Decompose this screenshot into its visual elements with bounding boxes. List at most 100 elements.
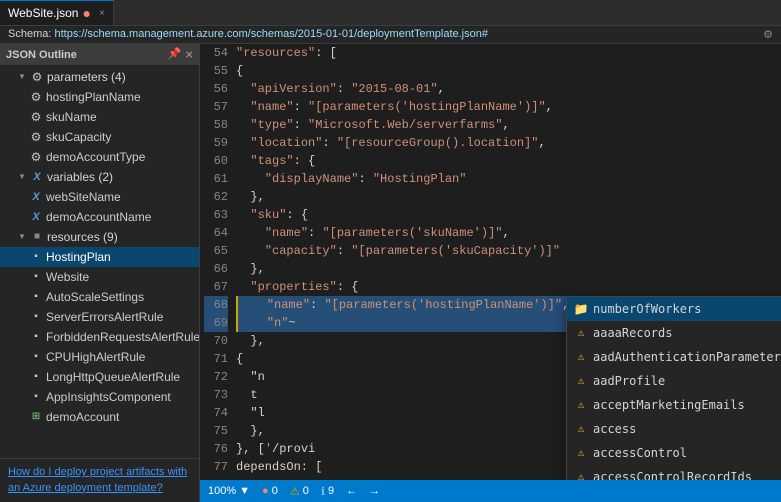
sidebar-item-demoAccount[interactable]: ⊞ demoAccount	[0, 407, 199, 427]
tab-close-button[interactable]: ×	[99, 8, 105, 19]
autocomplete-item-access[interactable]: ⚠ access	[567, 417, 781, 441]
sidebar-item-demoAccountName-var[interactable]: X demoAccountName	[0, 207, 199, 227]
status-nav-back[interactable]: ←	[346, 485, 357, 497]
sidebar-item-label: AutoScaleSettings	[46, 288, 144, 306]
ac-folder-icon: 📁	[573, 301, 589, 317]
sidebar-item-label: Website	[46, 268, 89, 286]
status-nav-forward[interactable]: →	[369, 485, 380, 497]
ac-label: acceptMarketingEmails	[593, 395, 745, 415]
autocomplete-item-aadAuthenticationParameters[interactable]: ⚠ aadAuthenticationParameters	[567, 345, 781, 369]
x-icon: X	[28, 189, 44, 205]
resource-icon: ▪	[28, 349, 44, 365]
autocomplete-item-accessControlRecordIds[interactable]: ⚠ accessControlRecordIds	[567, 465, 781, 480]
sidebar-item-ForbiddenRequestsAlertRule[interactable]: ▪ ForbiddenRequestsAlertRule	[0, 327, 199, 347]
sidebar-item-resources[interactable]: ▼ ■ resources (9)	[0, 227, 199, 247]
ac-label: numberOfWorkers	[593, 299, 701, 319]
code-line: "name": "[parameters('skuName')]",	[236, 224, 761, 242]
autocomplete-dropdown: 📁 numberOfWorkers ⚠ aaaaRecords ⚠ aadAut…	[566, 296, 781, 480]
warning-icon: ⚠	[290, 485, 300, 498]
sidebar-item-LongHttpQueueAlertRule[interactable]: ▪ LongHttpQueueAlertRule	[0, 367, 199, 387]
sidebar-header-icons: 📌 ×	[168, 47, 193, 62]
sidebar-item-demoAccountType[interactable]: ⚙ demoAccountType	[0, 147, 199, 167]
sidebar-item-label: HostingPlan	[46, 248, 111, 266]
warning-icon: ⚠	[573, 349, 589, 365]
autocomplete-item-accessControl[interactable]: ⚠ accessControl	[567, 441, 781, 465]
tab-modified-dot: ●	[82, 5, 90, 21]
line-numbers: 5455565758 5960616263 64656667 68 69 707…	[200, 44, 236, 480]
autocomplete-item-aaaaRecords[interactable]: ⚠ aaaaRecords	[567, 321, 781, 345]
sidebar-item-label: ServerErrorsAlertRule	[46, 308, 163, 326]
json-outline-sidebar: JSON Outline 📌 × ▼ ⚙ parameters (4) ⚙ ho…	[0, 44, 200, 502]
zoom-dropdown-icon: ▼	[239, 485, 250, 497]
info-count: 9	[328, 485, 334, 497]
sidebar-item-label: skuName	[46, 108, 97, 126]
expand-arrow: ▼	[16, 171, 28, 183]
sidebar-item-ServerErrorsAlertRule[interactable]: ▪ ServerErrorsAlertRule	[0, 307, 199, 327]
expand-arrow: ▼	[16, 71, 28, 83]
sidebar-item-skuCapacity[interactable]: ⚙ skuCapacity	[0, 127, 199, 147]
ac-label: accessControl	[593, 443, 687, 463]
storage-icon: ⊞	[28, 409, 44, 425]
sidebar-item-label: variables (2)	[47, 168, 113, 186]
sidebar-item-label: ForbiddenRequestsAlertRule	[46, 328, 199, 346]
code-line: "displayName": "HostingPlan"	[236, 170, 761, 188]
autocomplete-item-numberOfWorkers[interactable]: 📁 numberOfWorkers	[567, 297, 781, 321]
nav-back-icon: ←	[346, 485, 357, 497]
sidebar-item-variables[interactable]: ▼ X variables (2)	[0, 167, 199, 187]
tab-website-json[interactable]: WebSite.json ● ×	[0, 0, 114, 25]
ac-label: aadAuthenticationParameters	[593, 347, 781, 367]
status-info[interactable]: ℹ 9	[321, 485, 334, 498]
sidebar-item-label: parameters (4)	[47, 68, 126, 86]
resource-icon: ▪	[28, 249, 44, 265]
error-count: 0	[272, 485, 278, 497]
sidebar-header: JSON Outline 📌 ×	[0, 44, 199, 65]
code-line: "tags": {	[236, 152, 761, 170]
sidebar-item-AutoScaleSettings[interactable]: ▪ AutoScaleSettings	[0, 287, 199, 307]
resource-icon: ▪	[28, 389, 44, 405]
sidebar-item-label: demoAccountType	[46, 148, 145, 166]
sidebar-item-hostingPlanName[interactable]: ⚙ hostingPlanName	[0, 87, 199, 107]
autocomplete-item-acceptMarketingEmails[interactable]: ⚠ acceptMarketingEmails	[567, 393, 781, 417]
resource-icon: ▪	[28, 329, 44, 345]
sidebar-item-label: LongHttpQueueAlertRule	[46, 368, 180, 386]
code-line: {	[236, 62, 761, 80]
code-line: "type": "Microsoft.Web/serverfarms",	[236, 116, 761, 134]
sidebar-item-CPUHighAlertRule[interactable]: ▪ CPUHighAlertRule	[0, 347, 199, 367]
resource-icon: ▪	[28, 309, 44, 325]
sidebar-item-skuName[interactable]: ⚙ skuName	[0, 107, 199, 127]
sidebar-item-HostingPlan[interactable]: ▪ HostingPlan	[0, 247, 199, 267]
resource-icon: ▪	[28, 369, 44, 385]
gear-icon: ⚙	[28, 89, 44, 105]
code-line: "properties": {	[236, 278, 761, 296]
warning-count: 0	[303, 485, 309, 497]
editor-content[interactable]: 5455565758 5960616263 64656667 68 69 707…	[200, 44, 781, 480]
main-area: JSON Outline 📌 × ▼ ⚙ parameters (4) ⚙ ho…	[0, 44, 781, 502]
resource-icon: ■	[29, 229, 45, 245]
gear-icon: ⚙	[28, 129, 44, 145]
gear-icon: ⚙	[28, 149, 44, 165]
gear-icon: ⚙	[28, 109, 44, 125]
status-zoom[interactable]: 100% ▼	[208, 485, 250, 497]
sidebar-item-label: demoAccountName	[46, 208, 151, 226]
status-errors[interactable]: ● 0	[262, 485, 278, 497]
error-icon: ●	[262, 485, 269, 497]
status-bar: 100% ▼ ● 0 ⚠ 0 ℹ 9 ← →	[200, 480, 781, 502]
autocomplete-item-aadProfile[interactable]: ⚠ aadProfile	[567, 369, 781, 393]
help-link[interactable]: How do I deploy project artifacts with a…	[0, 458, 199, 502]
sidebar-item-AppInsightsComponent[interactable]: ▪ AppInsightsComponent	[0, 387, 199, 407]
sidebar-item-Website[interactable]: ▪ Website	[0, 267, 199, 287]
code-line: "location": "[resourceGroup().location]"…	[236, 134, 761, 152]
sidebar-item-parameters[interactable]: ▼ ⚙ parameters (4)	[0, 67, 199, 87]
pin-icon[interactable]: 📌	[168, 47, 182, 62]
sidebar-item-webSiteName[interactable]: X webSiteName	[0, 187, 199, 207]
status-warnings[interactable]: ⚠ 0	[290, 485, 309, 498]
schema-settings-icon[interactable]: ⚙	[763, 28, 773, 41]
sidebar-item-label: AppInsightsComponent	[46, 388, 171, 406]
warning-icon: ⚠	[573, 421, 589, 437]
schema-bar: Schema: https://schema.management.azure.…	[0, 26, 781, 44]
sidebar-close-icon[interactable]: ×	[185, 47, 193, 62]
ac-label: access	[593, 419, 636, 439]
tab-bar: WebSite.json ● ×	[0, 0, 781, 26]
sidebar-item-label: webSiteName	[46, 188, 121, 206]
ac-label: aadProfile	[593, 371, 665, 391]
